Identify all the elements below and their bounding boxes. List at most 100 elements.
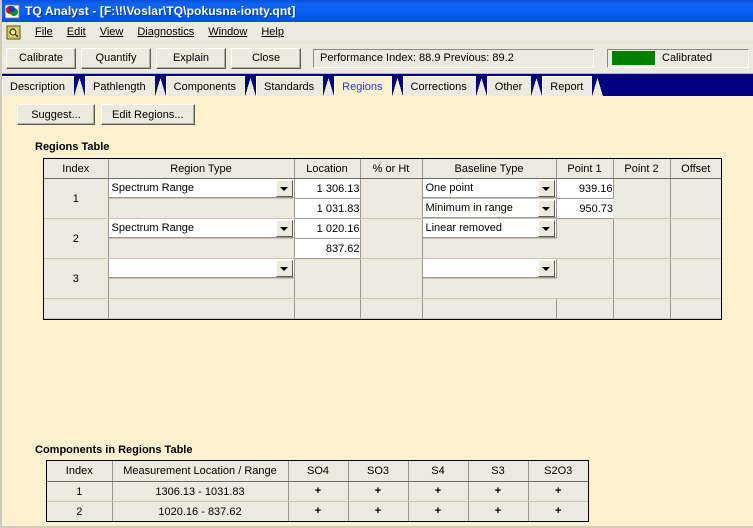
- application-window: TQ Analyst - [F:\!\Voslar\TQ\pokusna-ion…: [0, 0, 753, 528]
- baseline-type-cell-3[interactable]: [422, 258, 557, 279]
- crow2-so3-mark[interactable]: +: [348, 501, 409, 521]
- table-row: 1 Spectrum Range 1 306.13 One point 939.…: [44, 178, 721, 219]
- close-button[interactable]: Close: [231, 47, 301, 69]
- document-icon[interactable]: [6, 25, 22, 40]
- baseline-type-combo-2a[interactable]: Linear removed: [422, 219, 556, 238]
- point2-value-2[interactable]: [613, 218, 671, 259]
- point2-value-1[interactable]: [613, 178, 671, 219]
- menu-item-diagnostics[interactable]: Diagnostics: [130, 24, 201, 40]
- crow1-so4-mark[interactable]: +: [288, 481, 349, 502]
- performance-index-panel: Performance Index: 88.9 Previous: 89.2: [313, 48, 594, 68]
- edit-regions-button[interactable]: Edit Regions...: [101, 104, 195, 125]
- point1-value-1a[interactable]: 939.16: [556, 178, 614, 199]
- menu-item-window[interactable]: Window: [201, 24, 254, 40]
- col-header-index: Index: [44, 159, 109, 179]
- toolbar: Calibrate Quantify Explain Close Perform…: [2, 43, 753, 74]
- region-type-combo-2[interactable]: Spectrum Range: [108, 219, 294, 238]
- chevron-down-icon[interactable]: [537, 180, 555, 197]
- crow1-s3-mark[interactable]: +: [468, 481, 529, 502]
- col-header-point2: Point 2: [613, 159, 671, 179]
- menu-item-file[interactable]: File: [28, 24, 60, 40]
- chevron-down-icon[interactable]: [275, 220, 293, 237]
- region-type-combo-3[interactable]: [108, 259, 294, 278]
- quantify-button[interactable]: Quantify: [81, 47, 151, 69]
- offset-value-3[interactable]: [670, 258, 721, 299]
- region-type-cell-3b: [108, 278, 295, 299]
- tab-components[interactable]: Components: [165, 76, 257, 96]
- pad-cell-baseline: [422, 298, 557, 319]
- chevron-down-icon[interactable]: [537, 220, 555, 237]
- point1-value-1b[interactable]: 950.73: [556, 198, 613, 219]
- tab-pathlength[interactable]: Pathlength: [85, 76, 166, 96]
- crow-index-2: 2: [47, 501, 113, 521]
- chevron-down-icon[interactable]: [275, 180, 293, 197]
- location-start-1[interactable]: 1 306.13: [294, 178, 361, 199]
- explain-button[interactable]: Explain: [156, 47, 226, 69]
- tab-description[interactable]: Description: [2, 76, 86, 96]
- chevron-down-icon[interactable]: [537, 200, 555, 217]
- tab-report[interactable]: Report: [542, 76, 604, 96]
- region-type-cell-3[interactable]: [108, 258, 295, 279]
- baseline-type-combo-1b[interactable]: Minimum in range: [422, 199, 556, 218]
- tab-other[interactable]: Other: [486, 76, 542, 96]
- crow2-s2o3-mark[interactable]: +: [528, 501, 588, 521]
- crow2-s3-mark[interactable]: +: [468, 501, 529, 521]
- crow2-so4-mark[interactable]: +: [288, 501, 349, 521]
- crow1-s2o3-mark[interactable]: +: [528, 481, 588, 502]
- region-type-combo-1[interactable]: Spectrum Range: [108, 179, 294, 198]
- location-3[interactable]: [294, 258, 361, 299]
- col-header-point1: Point 1: [556, 159, 614, 179]
- baseline-type-cell-1a[interactable]: One point: [422, 178, 557, 199]
- pad-cell-region-type: [108, 298, 295, 319]
- components-grid: Index Measurement Location / Range SO4 S…: [47, 461, 588, 521]
- baseline-type-cell-2b: [422, 238, 556, 259]
- menu-item-help[interactable]: Help: [254, 24, 291, 40]
- offset-value-2[interactable]: [670, 218, 721, 259]
- location-end-2[interactable]: 837.62: [294, 238, 361, 259]
- menu-item-edit[interactable]: Edit: [60, 24, 93, 40]
- crow-index-1: 1: [47, 481, 113, 502]
- location-end-1[interactable]: 1 031.83: [294, 198, 361, 219]
- pct-or-ht-1[interactable]: [360, 178, 423, 219]
- pad-cell-index: [44, 298, 109, 319]
- col-header-offset: Offset: [670, 159, 721, 179]
- menu-item-file-label: File: [35, 26, 53, 38]
- location-start-2[interactable]: 1 020.16: [294, 218, 361, 239]
- col-header-pct-or-ht: % or Ht: [360, 159, 423, 179]
- crow1-s4-mark[interactable]: +: [408, 481, 469, 502]
- point1-value-3[interactable]: [556, 258, 614, 299]
- tab-corrections[interactable]: Corrections: [402, 76, 488, 96]
- row-index-1: 1: [44, 178, 109, 219]
- suggest-button[interactable]: Suggest...: [17, 104, 95, 125]
- table-row: 2 Spectrum Range 1 020.16 Linear removed: [44, 218, 721, 259]
- components-table-title: Components in Regions Table: [35, 444, 193, 456]
- offset-value-1[interactable]: [670, 178, 721, 219]
- pct-or-ht-2[interactable]: [360, 218, 423, 259]
- crow2-s4-mark[interactable]: +: [408, 501, 469, 521]
- crow-range-1: 1306.13 - 1031.83: [112, 481, 289, 502]
- calibrate-button[interactable]: Calibrate: [6, 47, 76, 69]
- table-padding-row: [44, 298, 721, 319]
- region-type-cell-1[interactable]: Spectrum Range: [108, 178, 295, 199]
- baseline-type-combo-1a[interactable]: One point: [422, 179, 556, 198]
- menu-item-view[interactable]: View: [93, 24, 131, 40]
- chevron-down-icon[interactable]: [537, 260, 555, 277]
- tab-regions[interactable]: Regions: [334, 76, 403, 96]
- pad-cell-pct: [360, 298, 423, 319]
- pad-cell-point1: [556, 298, 614, 319]
- point1-value-2[interactable]: [556, 218, 614, 259]
- crow1-so3-mark[interactable]: +: [348, 481, 409, 502]
- tab-standards[interactable]: Standards: [256, 76, 335, 96]
- point2-value-3[interactable]: [613, 258, 671, 299]
- col-header-location: Location: [294, 159, 361, 179]
- chevron-down-icon[interactable]: [275, 260, 293, 277]
- menu-item-window-label: Window: [208, 26, 248, 38]
- baseline-type-combo-3[interactable]: [422, 259, 556, 278]
- baseline-type-cell-2a[interactable]: Linear removed: [422, 218, 557, 239]
- ccol-header-s2o3: S2O3: [528, 461, 588, 482]
- pct-or-ht-3[interactable]: [360, 258, 423, 299]
- tq-analyst-icon: [4, 4, 20, 19]
- region-type-cell-2[interactable]: Spectrum Range: [108, 218, 295, 239]
- ccol-header-so4: SO4: [288, 461, 349, 482]
- baseline-type-cell-1b[interactable]: Minimum in range: [422, 198, 557, 219]
